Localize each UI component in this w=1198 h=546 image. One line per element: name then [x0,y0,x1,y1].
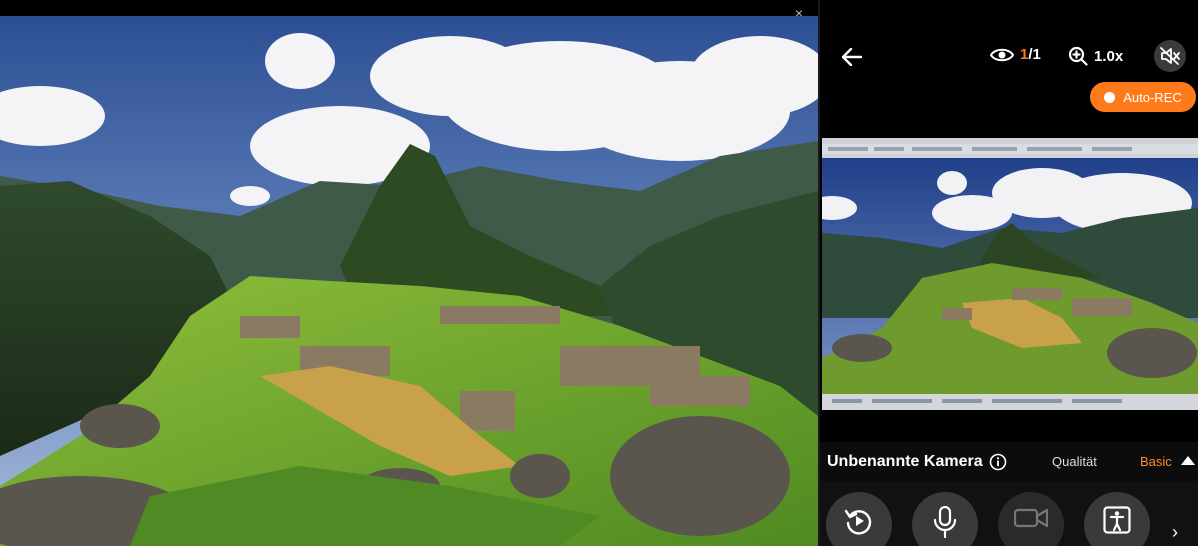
zoom-value: 1.0x [1094,47,1124,65]
landscape-photo [0,16,818,546]
eye-icon [990,48,1014,61]
shared-screen-view: × [0,0,818,546]
microphone-icon [933,506,957,538]
speaker-muted-icon [1160,47,1180,65]
replay-button[interactable] [826,492,892,546]
chevron-right-icon[interactable]: › [1172,522,1178,543]
person-frame-button[interactable] [1084,492,1150,546]
camera-preview [822,138,1198,410]
back-button[interactable] [838,42,866,72]
panel-topbar: 1/1 1.0x Auto-REC [820,0,1198,112]
person-frame-icon [1103,506,1131,534]
back-arrow-icon [842,48,862,66]
record-dot-icon [1104,91,1116,103]
caret-up-icon[interactable] [1181,456,1195,465]
auto-rec-label: Auto-REC [1123,89,1182,105]
camera-name-group[interactable]: Unbenannte Kamera [827,453,1007,471]
control-bar: › [820,482,1198,546]
info-icon[interactable] [989,453,1007,471]
close-icon[interactable]: × [792,6,806,20]
viewer-count-total: /1 [1028,46,1041,63]
quality-label: Qualität [1052,454,1097,469]
video-camera-button[interactable] [998,492,1064,546]
video-camera-icon [1014,508,1048,528]
camera-info-row: Unbenannte Kamera Qualität Basic [820,442,1198,482]
zoom-level[interactable]: 1.0x [1068,46,1123,66]
camera-name: Unbenannte Kamera [827,453,983,470]
zoom-in-icon [1068,46,1088,66]
auto-rec-button[interactable]: Auto-REC [1090,82,1196,112]
microphone-button[interactable] [912,492,978,546]
viewer-count: 1/1 [990,46,1041,63]
quality-value[interactable]: Basic [1140,454,1172,469]
camera-panel: 1/1 1.0x Auto-REC Unbenannte Kamera Qual… [820,0,1198,546]
mute-button[interactable] [1154,40,1186,72]
replay-icon [844,509,872,535]
